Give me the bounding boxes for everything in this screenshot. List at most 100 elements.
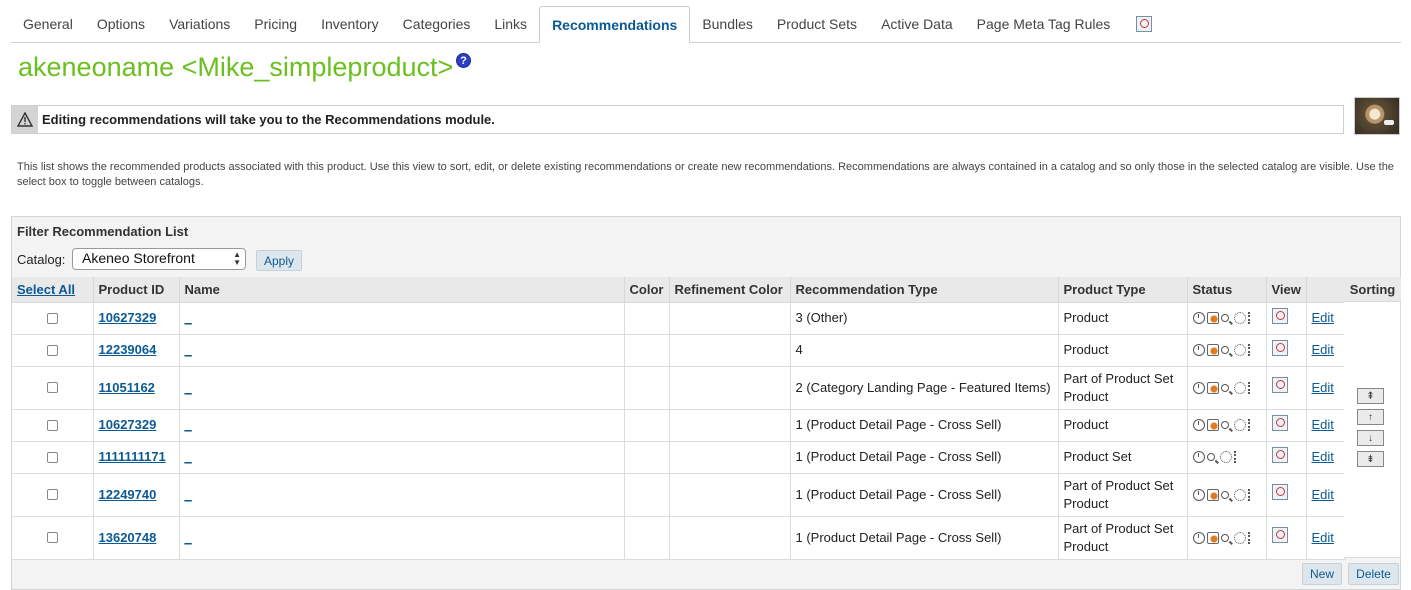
name-cell: _ <box>179 334 625 367</box>
page-title: akeneoname <Mike_simpleproduct> <box>18 52 454 82</box>
edit-link[interactable]: Edit <box>1312 530 1334 545</box>
row-checkbox[interactable] <box>46 489 58 500</box>
view-icon[interactable] <box>1271 484 1288 500</box>
product-id-link[interactable]: 12249740 <box>99 487 157 502</box>
table-row: 12249740 _ 1 (Product Detail Page - Cros… <box>12 473 1346 517</box>
tab-active-data[interactable]: Active Data <box>869 6 965 42</box>
product-type-cell: Part of Product Set Product <box>1058 473 1188 517</box>
recommendation-type-cell: 1 (Product Detail Page - Cross Sell) <box>790 409 1059 442</box>
tab-options[interactable]: Options <box>85 6 157 42</box>
list-icon <box>1247 531 1253 544</box>
product-name-link[interactable]: _ <box>185 342 192 357</box>
row-checkbox[interactable] <box>46 312 58 324</box>
edit-cell: Edit <box>1306 302 1346 335</box>
status-cell <box>1187 302 1267 335</box>
list-icon <box>1247 488 1253 501</box>
tab-bundles[interactable]: Bundles <box>690 6 765 42</box>
product-name-link[interactable]: _ <box>185 310 192 325</box>
move-up-button[interactable]: ↑ <box>1357 409 1384 425</box>
view-icon[interactable] <box>1271 527 1288 543</box>
recommendations-table: Select All Product ID Name Color Refinem… <box>12 277 1346 560</box>
product-type-cell: Product <box>1058 409 1188 442</box>
product-id-cell: 12249740 <box>93 473 180 517</box>
view-icon[interactable] <box>1271 307 1288 324</box>
row-checkbox[interactable] <box>46 382 58 393</box>
move-top-button[interactable]: ⇞ <box>1357 388 1384 404</box>
product-name-link[interactable]: _ <box>185 380 192 395</box>
tab-page-meta-tag-rules[interactable]: Page Meta Tag Rules <box>965 6 1123 42</box>
product-type-cell: Part of Product Set Product <box>1058 516 1188 560</box>
product-id-link[interactable]: 1111111171 <box>99 449 166 464</box>
magnifier-icon <box>1220 490 1229 499</box>
gear-icon <box>1233 488 1246 501</box>
tab-recommendations[interactable]: Recommendations <box>539 6 691 43</box>
move-down-button[interactable]: ↓ <box>1357 430 1384 446</box>
edit-link[interactable]: Edit <box>1312 310 1334 325</box>
new-button[interactable]: New <box>1302 563 1342 585</box>
product-id-link[interactable]: 10627329 <box>99 417 157 432</box>
view-icon[interactable] <box>1271 377 1288 393</box>
product-id-link[interactable]: 10627329 <box>99 310 157 325</box>
select-arrows-icon: ▲ ▼ <box>233 250 241 267</box>
help-icon[interactable]: ? <box>456 53 471 68</box>
row-checkbox[interactable] <box>46 532 58 543</box>
tab-inventory[interactable]: Inventory <box>309 6 391 42</box>
row-checkbox[interactable] <box>46 419 58 431</box>
table-row: 11051162 _ 2 (Category Landing Page - Fe… <box>12 366 1346 410</box>
table-row: 10627329 _ 3 (Other) Product Edit <box>12 302 1346 335</box>
clock-icon <box>1192 344 1205 356</box>
product-name-link[interactable]: _ <box>185 417 192 432</box>
cart-icon <box>1206 531 1219 544</box>
tab-general[interactable]: General <box>11 6 85 42</box>
row-checkbox[interactable] <box>46 344 58 356</box>
name-cell: _ <box>179 302 625 335</box>
view-cell <box>1266 334 1307 367</box>
product-name-link[interactable]: _ <box>185 487 192 502</box>
refinement-color-cell <box>669 516 791 560</box>
cart-icon <box>1206 419 1219 431</box>
delete-button[interactable]: Delete <box>1348 563 1399 585</box>
search-preview-icon <box>1136 16 1153 32</box>
product-id-link[interactable]: 11051162 <box>99 380 155 395</box>
product-name-link[interactable]: _ <box>185 449 192 464</box>
edit-link[interactable]: Edit <box>1312 380 1334 395</box>
edit-link[interactable]: Edit <box>1312 449 1334 464</box>
header-refinement-color: Refinement Color <box>669 277 791 303</box>
row-checkbox-cell <box>12 516 94 560</box>
recommendation-type-cell: 3 (Other) <box>790 302 1059 335</box>
tab-links[interactable]: Links <box>482 6 539 42</box>
catalog-select[interactable]: Akeneo Storefront ▲ ▼ <box>72 248 246 270</box>
tab-pricing[interactable]: Pricing <box>242 6 309 42</box>
edit-cell: Edit <box>1306 409 1346 442</box>
tab-variations[interactable]: Variations <box>157 6 242 42</box>
recommendation-type-cell: 4 <box>790 334 1059 367</box>
product-id-cell: 10627329 <box>93 409 180 442</box>
color-cell <box>624 366 670 410</box>
clock-icon <box>1192 451 1205 463</box>
edit-link[interactable]: Edit <box>1312 487 1334 502</box>
row-checkbox[interactable] <box>46 451 58 463</box>
product-id-link[interactable]: 13620748 <box>99 530 157 545</box>
move-bottom-button[interactable]: ⇟ <box>1357 451 1384 467</box>
edit-link[interactable]: Edit <box>1312 417 1334 432</box>
view-icon[interactable] <box>1271 339 1288 356</box>
clock-icon <box>1192 381 1205 394</box>
filter-title: Filter Recommendation List <box>17 224 189 239</box>
header-select-all[interactable]: Select All <box>12 277 94 303</box>
table-row: 1111111171 _ 1 (Product Detail Page - Cr… <box>12 441 1346 474</box>
list-icon <box>1247 381 1253 394</box>
cart-icon <box>1206 381 1219 394</box>
tab-product-sets[interactable]: Product Sets <box>765 6 869 42</box>
row-checkbox-cell <box>12 366 94 410</box>
product-type-cell: Product <box>1058 302 1188 335</box>
view-icon[interactable] <box>1271 414 1288 431</box>
tab-search[interactable] <box>1122 6 1166 42</box>
product-name-link[interactable]: _ <box>185 530 192 545</box>
edit-link[interactable]: Edit <box>1312 342 1334 357</box>
product-id-link[interactable]: 12239064 <box>99 342 157 357</box>
apply-button[interactable]: Apply <box>256 250 302 271</box>
refinement-color-cell <box>669 473 791 517</box>
tab-categories[interactable]: Categories <box>391 6 483 42</box>
view-cell <box>1266 516 1307 560</box>
view-icon[interactable] <box>1271 446 1288 463</box>
